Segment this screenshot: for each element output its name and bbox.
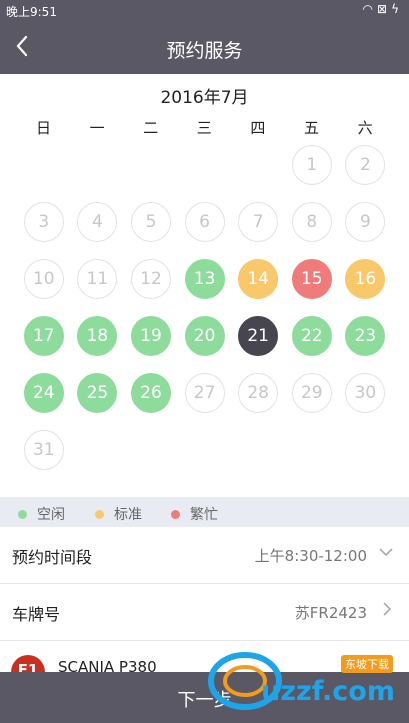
calendar-day: 5 <box>131 202 171 242</box>
availability-legend: 空闲 标准 繁忙 <box>0 497 409 527</box>
watermark-text: uzzf.com <box>261 676 395 707</box>
calendar-day[interactable]: 17 <box>23 316 64 356</box>
status-time: 晚上9:51 <box>6 5 57 19</box>
legend-item: 空闲 <box>18 504 65 524</box>
site-watermark-logo: 东坡下载 uzzf.com <box>205 643 405 721</box>
app-bar: 预约服务 <box>0 22 409 74</box>
calendar-day: 28 <box>238 373 279 413</box>
calendar-day[interactable]: 26 <box>131 373 171 413</box>
chevron-right-icon <box>380 599 394 624</box>
calendar-day: 3 <box>23 202 64 242</box>
calendar-day: 7 <box>238 202 279 242</box>
legend-item: 繁忙 <box>171 504 218 524</box>
chevron-down-icon <box>378 542 394 567</box>
time-slot-row[interactable]: 预约时间段 上午8:30-12:00 <box>0 528 409 584</box>
legend-label: 繁忙 <box>190 507 218 523</box>
page-title: 预约服务 <box>166 40 243 62</box>
calendar-day[interactable]: 21 <box>238 316 279 356</box>
legend-dot-icon <box>18 509 27 519</box>
vehicle-logo: F1 <box>11 655 45 672</box>
watermark-badge: 东坡下载 <box>341 655 393 673</box>
calendar-grid: 1 2 3 4 5 6 7 8 9 10 11 12 13 14 15 16 17 18 19 20 21 22 23 24 2… <box>17 145 392 475</box>
calendar-day: 2 <box>345 145 386 185</box>
calendar-day: 4 <box>77 202 118 242</box>
calendar-day: 30 <box>345 373 386 413</box>
legend-dot-icon <box>171 509 180 519</box>
time-slot-label: 预约时间段 <box>12 548 93 567</box>
calendar-day: 29 <box>291 373 332 413</box>
time-slot-value: 上午8:30-12:00 <box>254 547 367 565</box>
status-bar: 晚上9:51 ◠⊠ϟ <box>0 0 409 22</box>
calendar-day[interactable]: 25 <box>77 373 118 413</box>
status-icons: ◠⊠ϟ <box>363 2 403 16</box>
calendar-day[interactable]: 16 <box>345 259 386 299</box>
weekday-label: 四 <box>250 119 266 137</box>
weekday-label: 六 <box>357 119 373 137</box>
vehicle-name: SCANIA P380 <box>58 658 157 672</box>
weekday-label: 二 <box>143 119 159 137</box>
calendar-day: 9 <box>345 202 386 242</box>
calendar-day[interactable]: 15 <box>291 259 332 299</box>
weekday-label: 日 <box>35 119 51 137</box>
sim-icon: ⊠ <box>377 2 392 16</box>
calendar-day[interactable]: 24 <box>23 373 64 413</box>
calendar-month-label: 2016年7月 <box>160 88 249 108</box>
calendar-day[interactable]: 14 <box>238 259 279 299</box>
calendar-day[interactable]: 19 <box>131 316 171 356</box>
calendar-day: 12 <box>131 259 171 299</box>
calendar-day[interactable]: 20 <box>184 316 225 356</box>
wifi-icon: ◠ <box>362 2 378 16</box>
calendar-day[interactable]: 22 <box>291 316 332 356</box>
weekday-label: 三 <box>196 119 212 137</box>
calendar-day[interactable]: 13 <box>184 259 225 299</box>
calendar-day: 1 <box>291 145 332 185</box>
calendar-day: 8 <box>291 202 332 242</box>
plate-label: 车牌号 <box>12 605 61 624</box>
weekday-label: 五 <box>303 119 319 137</box>
charging-icon: ϟ <box>391 2 403 16</box>
calendar-day: 11 <box>77 259 118 299</box>
calendar-day: 6 <box>184 202 225 242</box>
plate-value: 苏FR2423 <box>294 604 367 622</box>
plate-row[interactable]: 车牌号 苏FR2423 <box>0 585 409 641</box>
calendar-day[interactable]: 23 <box>345 316 386 356</box>
legend-item: 标准 <box>95 504 142 524</box>
calendar-day: 31 <box>23 430 64 470</box>
legend-dot-icon <box>95 509 104 519</box>
legend-label: 标准 <box>114 507 142 523</box>
weekday-label: 一 <box>89 119 105 137</box>
legend-label: 空闲 <box>37 507 65 523</box>
calendar-day: 10 <box>23 259 64 299</box>
calendar-weekday-header: 日一二三四五六 <box>17 117 392 137</box>
calendar-day[interactable]: 18 <box>77 316 118 356</box>
calendar-day: 27 <box>184 373 225 413</box>
